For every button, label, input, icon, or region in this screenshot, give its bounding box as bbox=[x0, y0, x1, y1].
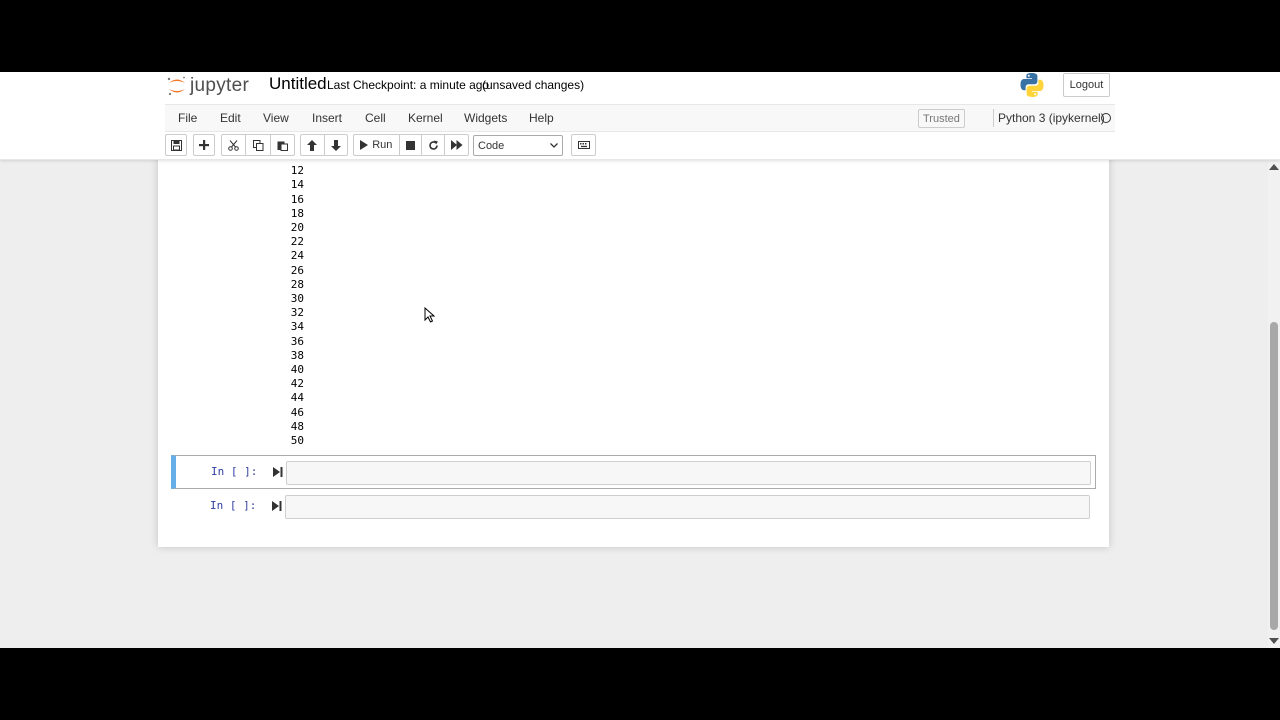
arrow-up-icon bbox=[307, 139, 318, 151]
cell-output: 10 12 14 16 18 20 22 24 26 28 30 32 34 3… bbox=[290, 160, 304, 448]
output-line: 18 bbox=[290, 206, 304, 220]
copy-button[interactable] bbox=[246, 135, 271, 155]
paste-icon bbox=[277, 141, 288, 151]
paste-button[interactable] bbox=[271, 135, 294, 155]
menu-view[interactable]: View bbox=[263, 111, 289, 125]
output-line: 48 bbox=[290, 419, 304, 433]
scrollbar-thumb[interactable] bbox=[1270, 322, 1278, 630]
menu-cell[interactable]: Cell bbox=[365, 111, 386, 125]
header: jupyter Untitled Last Checkpoint: a minu… bbox=[0, 72, 1280, 160]
output-line: 46 bbox=[290, 405, 304, 419]
code-input[interactable] bbox=[285, 495, 1090, 519]
menu-insert[interactable]: Insert bbox=[312, 111, 342, 125]
restart-button[interactable] bbox=[422, 135, 446, 155]
jupyter-logo-icon bbox=[167, 76, 185, 96]
logo-text: jupyter bbox=[190, 75, 250, 96]
mouse-cursor-icon bbox=[424, 307, 436, 323]
output-line: 50 bbox=[290, 434, 304, 448]
menu-kernel[interactable]: Kernel bbox=[408, 111, 443, 125]
output-line: 36 bbox=[290, 334, 304, 348]
output-line: 30 bbox=[290, 292, 304, 306]
arrow-down-icon bbox=[330, 139, 341, 151]
interrupt-button[interactable] bbox=[400, 135, 423, 155]
output-line: 44 bbox=[290, 391, 304, 405]
run-button-group: Run bbox=[353, 134, 469, 156]
menu-file[interactable]: File bbox=[178, 111, 197, 125]
command-palette-button[interactable] bbox=[571, 134, 596, 156]
move-down-button[interactable] bbox=[325, 135, 348, 155]
run-label: Run bbox=[372, 139, 393, 151]
kernel-name[interactable]: Python 3 (ipykernel) bbox=[998, 111, 1105, 125]
notebook-site[interactable]: 10 12 14 16 18 20 22 24 26 28 30 32 34 3… bbox=[0, 160, 1268, 648]
notebook-title[interactable]: Untitled bbox=[269, 74, 327, 94]
play-icon bbox=[360, 140, 369, 150]
cut-button[interactable] bbox=[222, 135, 246, 155]
jupyter-notebook-window: jupyter Untitled Last Checkpoint: a minu… bbox=[0, 72, 1280, 648]
output-line: 28 bbox=[290, 277, 304, 291]
move-up-button[interactable] bbox=[301, 135, 325, 155]
move-button-group bbox=[300, 134, 348, 156]
menu-widgets[interactable]: Widgets bbox=[464, 111, 507, 125]
plus-icon bbox=[199, 140, 209, 150]
save-icon bbox=[170, 139, 182, 151]
run-button[interactable]: Run bbox=[354, 135, 400, 155]
kernel-separator bbox=[993, 109, 994, 127]
input-prompt: In [ ]: bbox=[210, 499, 257, 512]
menu-help[interactable]: Help bbox=[529, 111, 554, 125]
copy-icon bbox=[252, 139, 263, 151]
refresh-icon bbox=[428, 140, 438, 150]
output-line: 32 bbox=[290, 306, 304, 320]
output-line: 20 bbox=[290, 221, 304, 235]
output-line: 40 bbox=[290, 363, 304, 377]
chevron-down-icon bbox=[550, 143, 558, 148]
kernel-idle-icon bbox=[1101, 113, 1111, 123]
logout-button[interactable]: Logout bbox=[1063, 73, 1110, 97]
toolbar: Run Code bbox=[165, 134, 1115, 158]
output-line: 24 bbox=[290, 249, 304, 263]
stop-icon bbox=[405, 140, 415, 150]
menubar: File Edit View Insert Cell Kernel Widget… bbox=[165, 104, 1115, 132]
restart-run-all-button[interactable] bbox=[445, 135, 468, 155]
scissors-icon bbox=[228, 139, 239, 151]
output-line: 38 bbox=[290, 348, 304, 362]
notebook-container: 10 12 14 16 18 20 22 24 26 28 30 32 34 3… bbox=[158, 160, 1109, 547]
page-scrollbar[interactable] bbox=[1268, 160, 1280, 648]
code-input[interactable] bbox=[286, 461, 1091, 485]
output-line: 16 bbox=[290, 192, 304, 206]
output-line: 14 bbox=[290, 178, 304, 192]
checkpoint-status: Last Checkpoint: a minute ago bbox=[327, 78, 490, 92]
output-line: 26 bbox=[290, 263, 304, 277]
output-line: 12 bbox=[290, 164, 304, 178]
trusted-indicator[interactable]: Trusted bbox=[918, 109, 965, 128]
autosave-status: (unsaved changes) bbox=[482, 78, 585, 92]
scroll-up-arrow-icon[interactable] bbox=[1269, 164, 1279, 170]
jupyter-logo[interactable]: jupyter bbox=[166, 74, 249, 98]
scroll-down-arrow-icon[interactable] bbox=[1269, 638, 1279, 644]
input-prompt: In [ ]: bbox=[211, 465, 258, 478]
keyboard-icon bbox=[577, 141, 590, 149]
save-button[interactable] bbox=[165, 134, 187, 156]
cell-type-value: Code bbox=[478, 139, 505, 152]
output-line: 34 bbox=[290, 320, 304, 334]
output-line: 22 bbox=[290, 235, 304, 249]
run-cell-icon[interactable] bbox=[272, 466, 284, 478]
code-cell-selected[interactable]: In [ ]: bbox=[171, 455, 1096, 489]
output-line: 42 bbox=[290, 377, 304, 391]
cell-type-select[interactable]: Code bbox=[473, 135, 563, 156]
menu-edit[interactable]: Edit bbox=[220, 111, 241, 125]
fast-forward-icon bbox=[450, 140, 463, 150]
code-cell[interactable]: In [ ]: bbox=[171, 490, 1096, 524]
run-cell-icon[interactable] bbox=[271, 500, 283, 512]
insert-cell-button[interactable] bbox=[193, 134, 215, 156]
edit-button-group bbox=[221, 134, 295, 156]
python-logo-icon bbox=[1020, 73, 1044, 97]
